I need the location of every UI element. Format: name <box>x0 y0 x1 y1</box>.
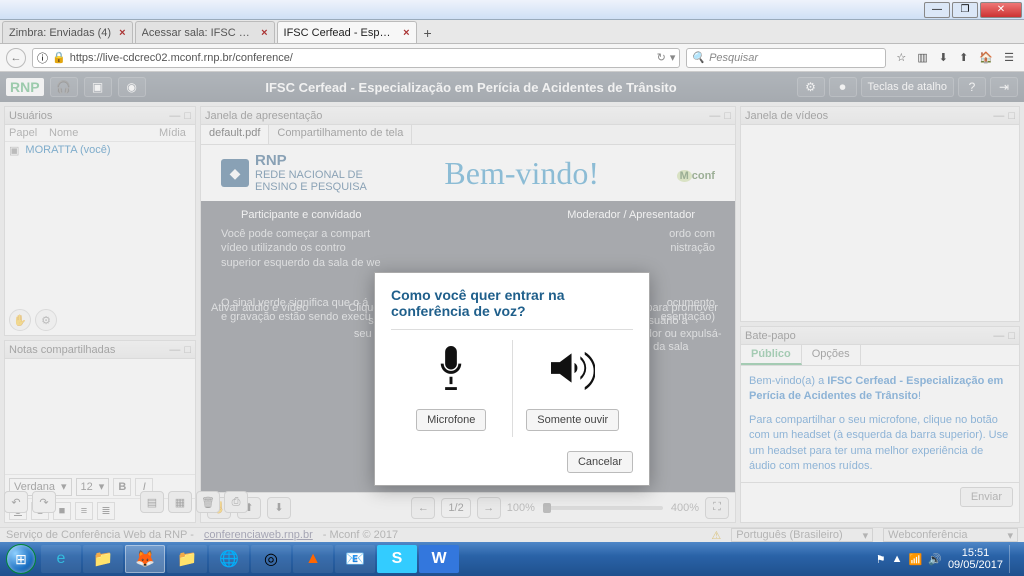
taskbar-word[interactable]: W <box>419 545 459 573</box>
window-close-button[interactable]: ✕ <box>980 2 1022 18</box>
tab-close-icon[interactable]: × <box>261 27 267 39</box>
tray-flag-icon[interactable]: ⚑ <box>876 553 886 566</box>
tab-label: Acessar sala: IFSC Cerfead - E <box>142 27 254 39</box>
speaker-icon <box>551 346 595 399</box>
taskbar-mail[interactable]: 📧 <box>335 545 375 573</box>
tab-label: IFSC Cerfead - Especializaç <box>284 27 396 39</box>
conference-app: RNP 🎧 ▣ ◉ IFSC Cerfead - Especialização … <box>0 72 1024 542</box>
browser-tab-1[interactable]: Acessar sala: IFSC Cerfead - E × <box>135 21 275 43</box>
toolbar-icons: ☆ ▥ ⬇ ⬆ 🏠 ☰ <box>892 51 1018 64</box>
taskbar-firefox[interactable]: 🦊 <box>125 545 165 573</box>
search-placeholder: Pesquisar <box>709 52 758 64</box>
url-input[interactable]: ⓘ 🔒 https://live-cdcrec02.mconf.rnp.br/c… <box>32 48 680 68</box>
taskbar-clock[interactable]: 15:5109/05/2017 <box>948 547 1003 571</box>
taskbar-ie[interactable]: e <box>41 545 81 573</box>
system-tray: ⚑ ▲ 📶 🔊 15:5109/05/2017 <box>870 545 1022 573</box>
info-icon[interactable]: ⓘ <box>37 50 48 66</box>
taskbar-vlc[interactable]: ▲ <box>293 545 333 573</box>
browser-tab-2[interactable]: IFSC Cerfead - Especializaç × <box>277 21 417 43</box>
windows-taskbar: e 📁 🦊 📁 🌐 ◎ ▲ 📧 S W ⚑ ▲ 📶 🔊 15:5109/05/2… <box>0 542 1024 576</box>
bookmark-star-icon[interactable]: ☆ <box>896 52 906 64</box>
microphone-button[interactable]: Microfone <box>416 409 486 431</box>
taskbar-folder[interactable]: 📁 <box>167 545 207 573</box>
choice-listen-only: Somente ouvir <box>513 340 634 437</box>
back-button[interactable]: ← <box>6 48 26 68</box>
cancel-button[interactable]: Cancelar <box>567 451 633 473</box>
search-input[interactable]: 🔍 Pesquisar <box>686 48 886 68</box>
home-icon[interactable]: 🏠 <box>979 52 993 64</box>
tray-network-icon[interactable]: 📶 <box>909 553 923 566</box>
window-titlebar: — ❐ ✕ <box>0 0 1024 20</box>
start-button[interactable] <box>2 542 40 576</box>
dropdown-icon[interactable]: ▾ <box>670 51 676 64</box>
tab-close-icon[interactable]: × <box>119 27 125 39</box>
menu-icon[interactable]: ☰ <box>1004 52 1014 64</box>
new-tab-button[interactable]: + <box>417 23 439 43</box>
library-icon[interactable]: ▥ <box>917 52 927 64</box>
tab-close-icon[interactable]: × <box>403 27 409 39</box>
microphone-icon <box>433 346 469 399</box>
show-desktop-button[interactable] <box>1009 545 1016 573</box>
downloads-icon[interactable]: ⬇ <box>939 52 948 64</box>
taskbar-chrome[interactable]: 🌐 <box>209 545 249 573</box>
down-arrow-icon[interactable]: ⬆ <box>959 52 968 64</box>
url-text: https://live-cdcrec02.mconf.rnp.br/confe… <box>70 52 657 64</box>
taskbar-app1[interactable]: ◎ <box>251 545 291 573</box>
voice-join-dialog: Como você quer entrar na conferência de … <box>374 272 650 486</box>
taskbar-skype[interactable]: S <box>377 545 417 573</box>
listen-only-button[interactable]: Somente ouvir <box>526 409 619 431</box>
browser-tabstrip: Zimbra: Enviadas (4) × Acessar sala: IFSC… <box>0 20 1024 44</box>
choice-microphone: Microfone <box>391 340 513 437</box>
window-minimize-button[interactable]: — <box>924 2 950 18</box>
lock-icon: 🔒 <box>52 51 66 64</box>
browser-tab-0[interactable]: Zimbra: Enviadas (4) × <box>2 21 133 43</box>
address-bar: ← ⓘ 🔒 https://live-cdcrec02.mconf.rnp.br… <box>0 44 1024 72</box>
tab-label: Zimbra: Enviadas (4) <box>9 27 111 39</box>
tray-up-icon[interactable]: ▲ <box>892 553 903 565</box>
taskbar-explorer[interactable]: 📁 <box>83 545 123 573</box>
window-maximize-button[interactable]: ❐ <box>952 2 978 18</box>
search-icon: 🔍 <box>691 51 705 64</box>
dialog-title: Como você quer entrar na conferência de … <box>391 287 633 319</box>
reload-icon[interactable]: ↻ <box>657 51 666 64</box>
tray-sound-icon[interactable]: 🔊 <box>928 553 942 566</box>
